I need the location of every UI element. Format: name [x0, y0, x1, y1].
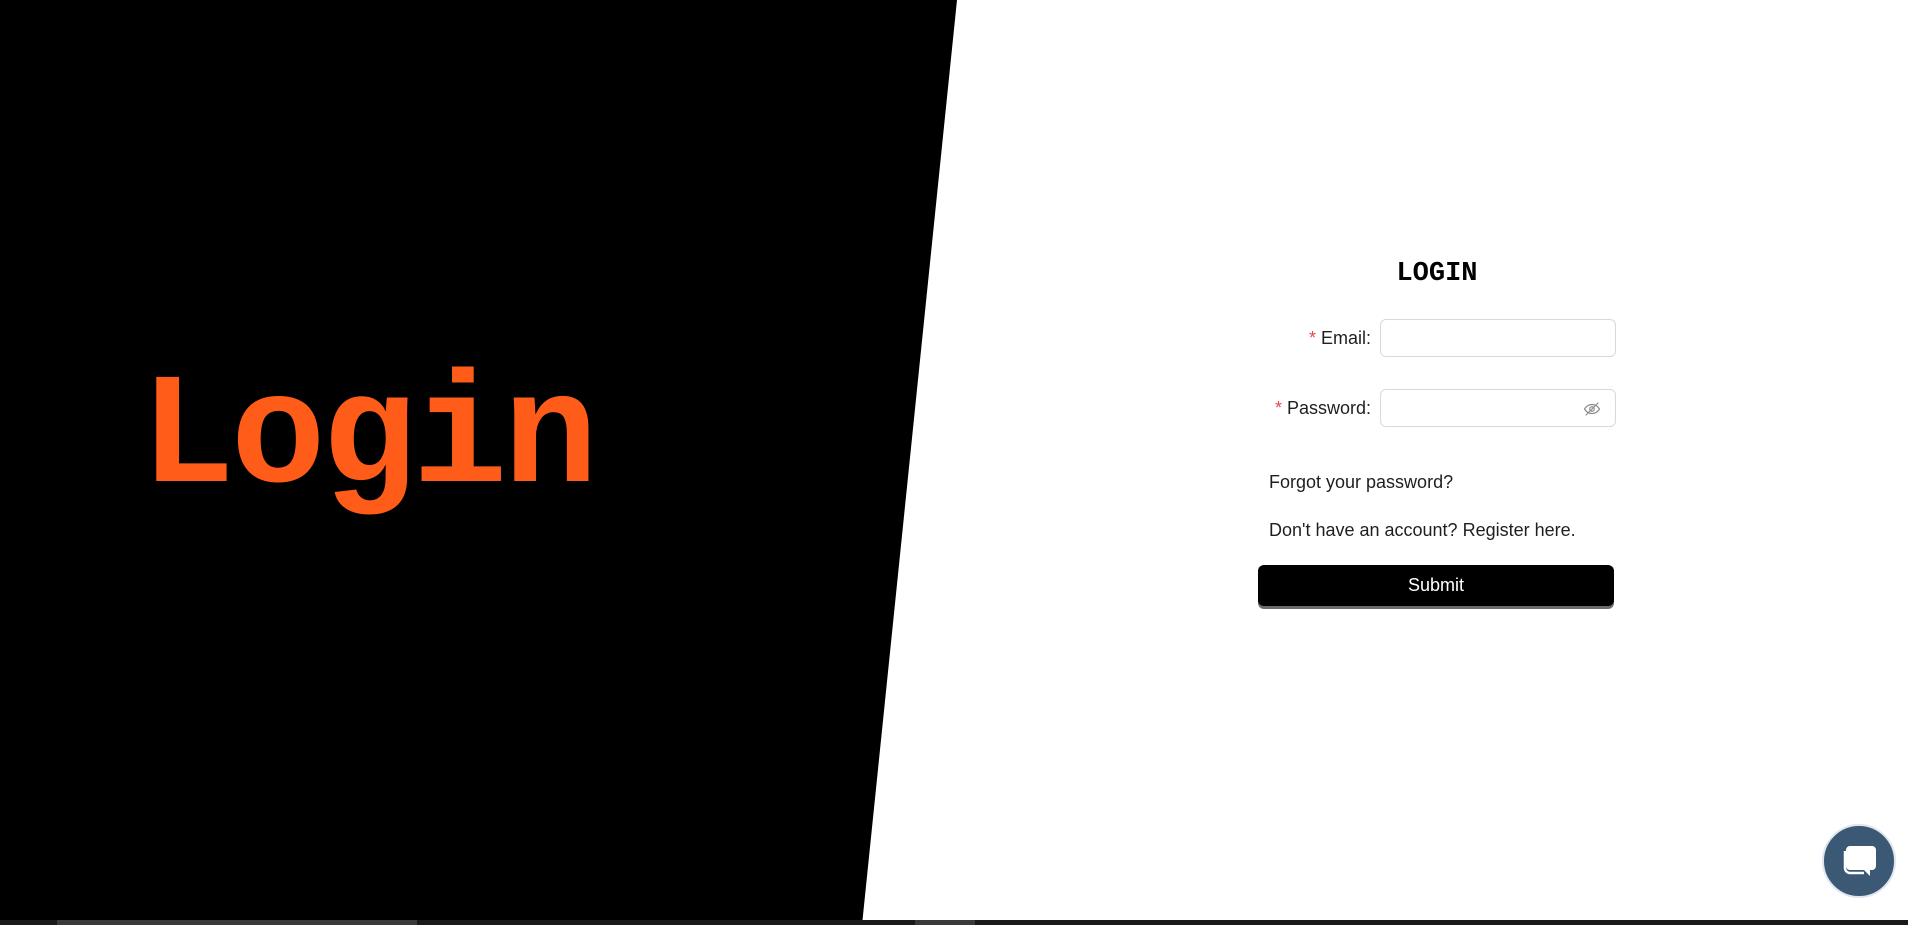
hero-title: Login [140, 350, 598, 529]
horizontal-scrollbar[interactable] [0, 920, 1908, 925]
eye-invisible-icon[interactable] [1583, 400, 1601, 418]
password-field[interactable] [1381, 390, 1593, 426]
email-label: * Email: [1309, 328, 1371, 349]
password-label-colon: : [1365, 397, 1371, 418]
password-label-text: Password [1286, 397, 1366, 418]
email-field[interactable] [1381, 320, 1593, 356]
scrollbar-thumb[interactable] [57, 920, 417, 925]
email-label-colon: : [1365, 327, 1371, 348]
password-input-wrapper[interactable] [1380, 389, 1616, 427]
email-label-text: Email [1320, 327, 1366, 348]
chat-bubble-icon [1843, 846, 1876, 876]
hero-panel: Login [0, 0, 957, 925]
submit-button[interactable]: Submit [1258, 565, 1614, 606]
password-required-mark: * [1274, 397, 1282, 418]
login-form: LOGIN * Email: * Password: Forgot your p… [1258, 254, 1616, 606]
chat-widget-button[interactable] [1822, 824, 1896, 898]
register-link[interactable]: Don't have an account? Register here. [1269, 518, 1616, 542]
email-row: * Email: [1258, 318, 1616, 358]
login-page: Login LOGIN * Email: * Password: Forgot … [0, 0, 1908, 925]
password-label: * Password: [1275, 398, 1371, 419]
forgot-password-link[interactable]: Forgot your password? [1269, 470, 1616, 494]
scrollbar-thumb-secondary[interactable] [915, 920, 975, 925]
email-input-wrapper[interactable] [1380, 319, 1616, 357]
form-title: LOGIN [1396, 259, 1478, 289]
email-required-mark: * [1308, 327, 1316, 348]
password-row: * Password: [1258, 388, 1616, 428]
